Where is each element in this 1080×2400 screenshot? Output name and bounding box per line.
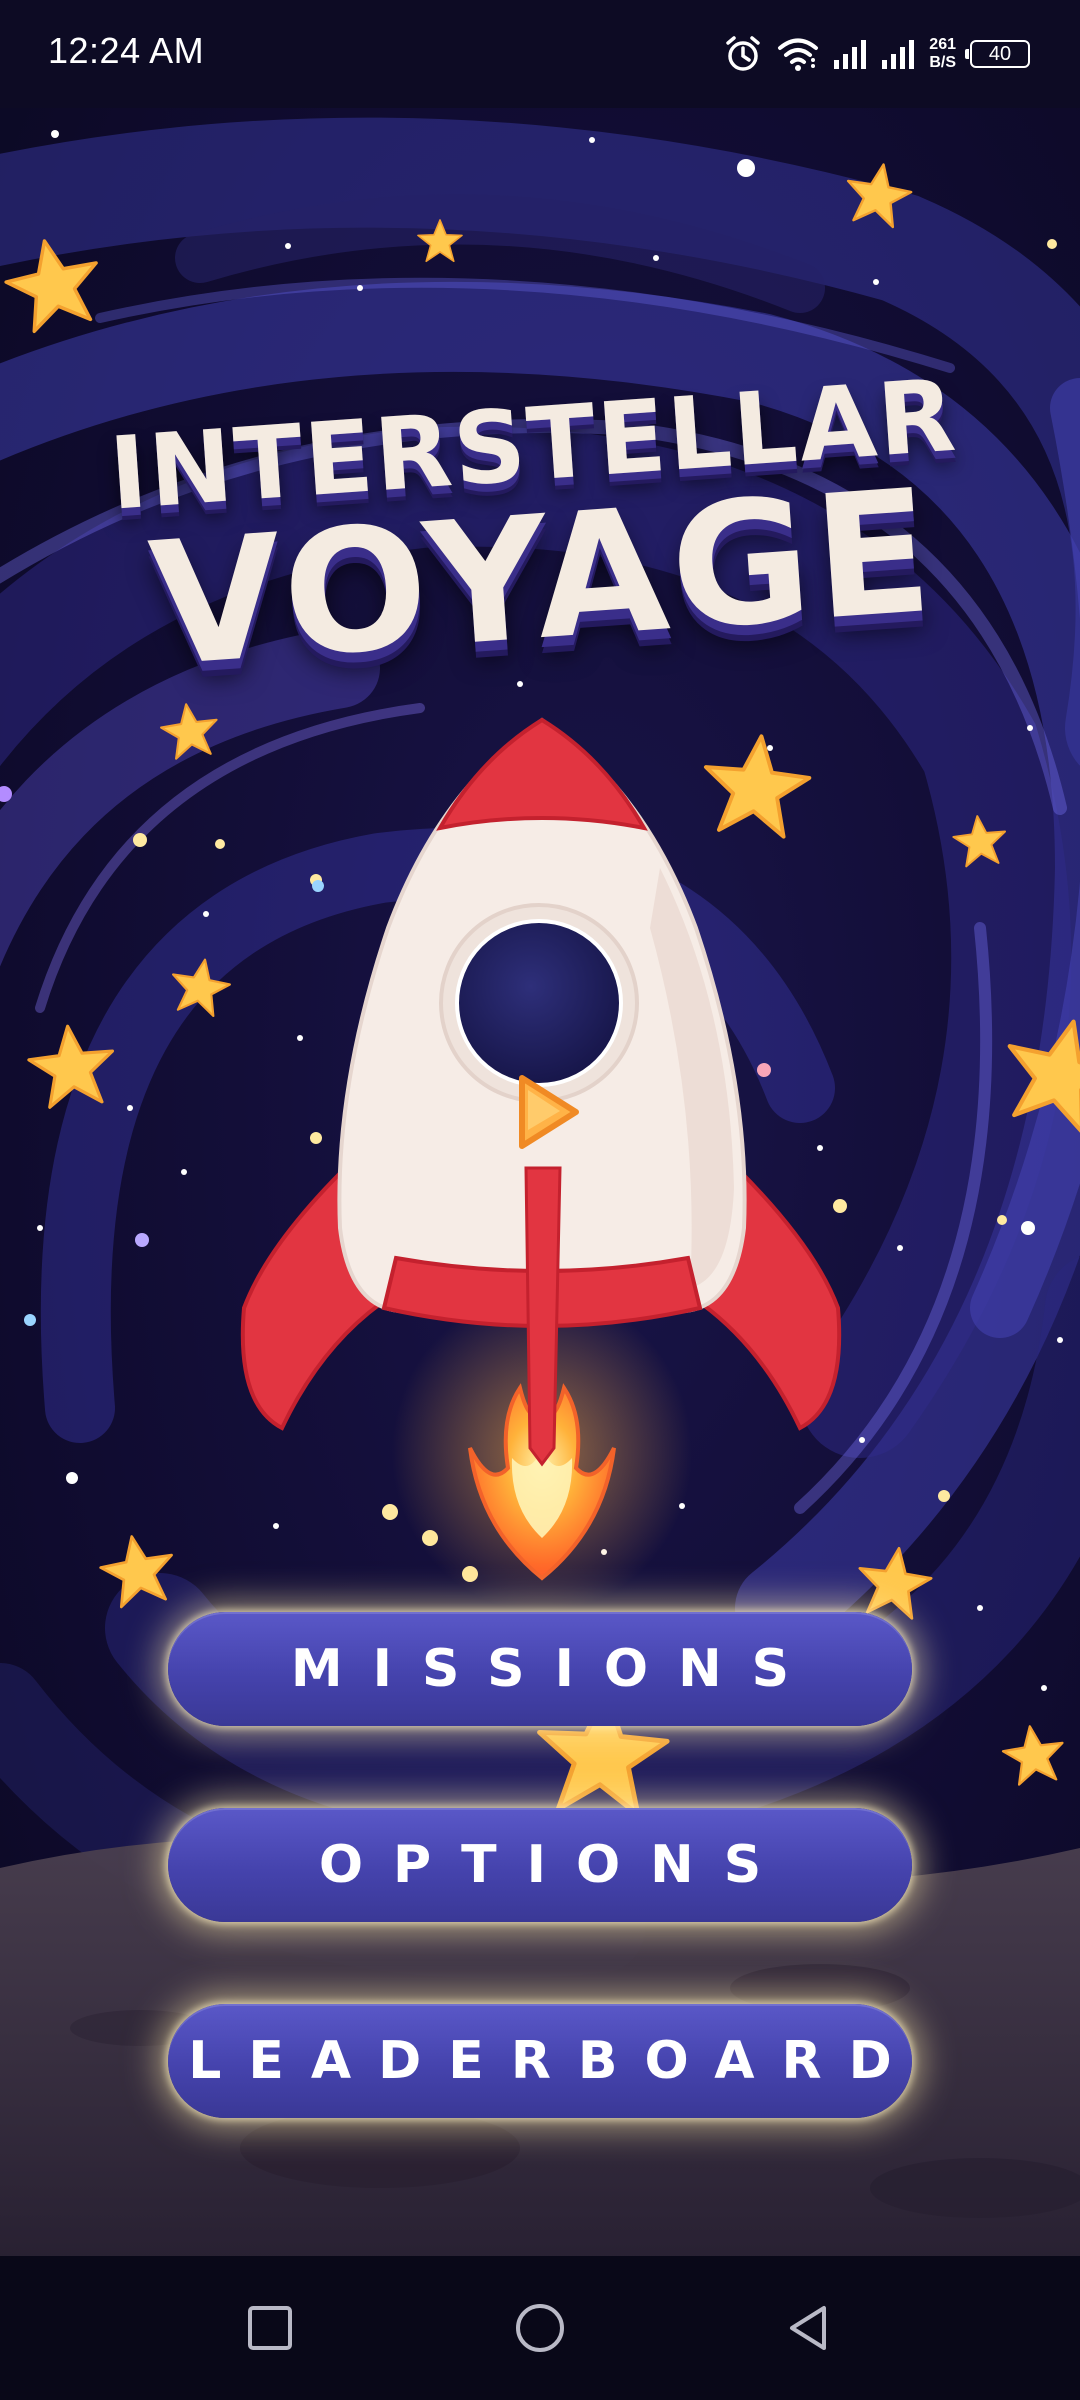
status-bar: 12:24 AM 261 B/S 40 — [0, 0, 1080, 108]
wifi-icon — [778, 38, 819, 71]
alarm-icon — [726, 36, 761, 71]
status-icons: 261 B/S 40 — [723, 30, 1030, 78]
battery-icon: 40 — [965, 40, 1030, 68]
options-button-label: OPTIONS — [318, 1835, 792, 1895]
play-button[interactable] — [460, 1032, 618, 1190]
signal-icon — [834, 40, 867, 69]
recents-square-icon — [248, 2306, 292, 2350]
status-time: 12:24 AM — [48, 30, 205, 71]
signal-icon — [882, 40, 915, 69]
home-circle-icon — [516, 2304, 564, 2352]
network-speed-unit: B/S — [929, 54, 956, 71]
system-navigation-bar — [0, 2256, 1080, 2400]
app-screen: 12:24 AM 261 B/S 40 INTERSTELLAR VOYAGE … — [0, 0, 1080, 2400]
missions-button-label: MISSIONS — [290, 1639, 820, 1699]
home-button[interactable] — [504, 2292, 576, 2364]
leaderboard-button-label: LEADERBOARD — [188, 2031, 919, 2091]
battery-level: 40 — [988, 42, 1012, 65]
missions-button[interactable]: MISSIONS — [168, 1612, 912, 1726]
play-icon — [519, 1075, 579, 1149]
leaderboard-button[interactable]: LEADERBOARD — [168, 2004, 912, 2118]
options-button[interactable]: OPTIONS — [168, 1808, 912, 1922]
network-speed-value: 261 — [929, 36, 956, 53]
network-speed: 261 B/S — [929, 36, 956, 72]
back-button[interactable] — [772, 2292, 844, 2364]
recents-button[interactable] — [234, 2292, 306, 2364]
back-triangle-icon — [790, 2306, 826, 2350]
